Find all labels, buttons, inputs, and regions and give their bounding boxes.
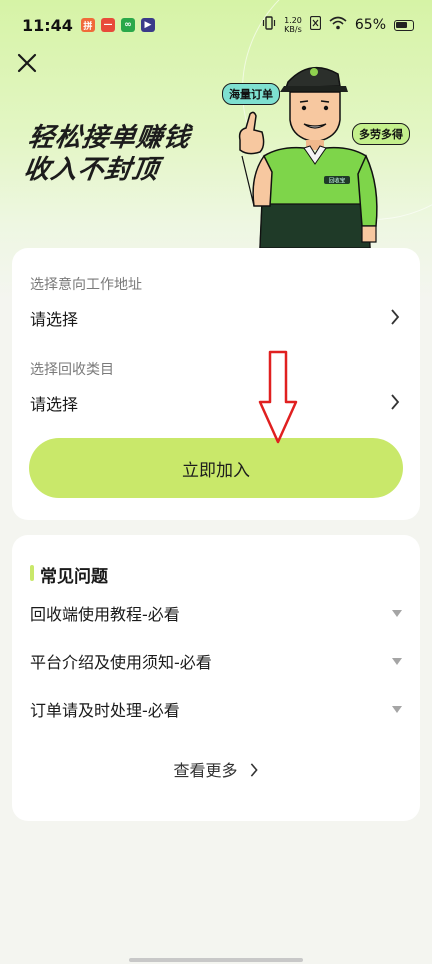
chevron-right-icon [250,763,258,777]
status-time: 11:44 [22,15,73,35]
shirt-logo: 回收宝 [329,177,346,185]
faq-item-label: 平台介绍及使用须知-必看 [30,653,212,672]
notification-app-icon: ∞ [120,18,135,32]
home-indicator[interactable] [129,958,303,962]
faq-card: 常见问题 回收端使用教程-必看 平台介绍及使用须知-必看 订单请及时处理-必看 … [12,535,420,821]
join-now-button[interactable]: 立即加入 [29,438,403,498]
faq-item-label: 订单请及时处理-必看 [30,701,180,720]
address-selector[interactable]: 请选择 [12,300,420,334]
faq-item[interactable]: 订单请及时处理-必看 [30,694,402,724]
slogan-line-2: 收入不封顶 [21,155,161,185]
address-field-value: 请选择 [30,310,79,329]
slogan-line-1: 轻松接单赚钱 [26,123,193,153]
vibrate-icon [262,16,276,34]
address-field-label: 选择意向工作地址 [30,277,142,293]
chevron-right-icon [391,309,400,325]
faq-item[interactable]: 平台介绍及使用须知-必看 [30,646,402,676]
battery-percent: 65% [354,17,386,33]
close-icon [17,53,37,73]
network-speed-value: 1.20 [284,16,302,25]
category-field-label: 选择回收类目 [30,362,114,378]
view-more-link[interactable]: 查看更多 [12,757,420,781]
triangle-down-icon [392,657,402,665]
sim-icon [309,15,321,34]
category-field-value: 请选择 [30,395,79,414]
faq-item[interactable]: 回收端使用教程-必看 [30,598,402,628]
triangle-down-icon [392,705,402,713]
signup-form-card: 选择意向工作地址 请选择 选择回收类目 请选择 立即加入 [12,248,420,520]
view-more-label: 查看更多 [173,761,238,780]
hero-slogan: 轻松接单赚钱 收入不封顶 [22,122,193,186]
status-bar: 11:44 拼 — ∞ ▶ 1.20 KB/s 65% [0,0,432,50]
notification-app-icon: 拼 [80,18,95,32]
network-speed: 1.20 KB/s [284,16,302,34]
bubble-earn: 多劳多得 [352,123,410,145]
battery-icon [394,19,414,31]
category-selector[interactable]: 请选择 [12,385,420,419]
close-button[interactable] [14,50,40,76]
chevron-right-icon [391,394,400,410]
faq-item-label: 回收端使用教程-必看 [30,605,180,624]
triangle-down-icon [392,609,402,617]
notification-app-icon: ▶ [140,18,155,32]
bubble-orders: 海量订单 [222,83,280,105]
faq-title: 常见问题 [30,562,108,587]
wifi-icon [329,16,347,34]
network-speed-unit: KB/s [284,25,302,34]
notification-app-icon: — [100,18,115,32]
